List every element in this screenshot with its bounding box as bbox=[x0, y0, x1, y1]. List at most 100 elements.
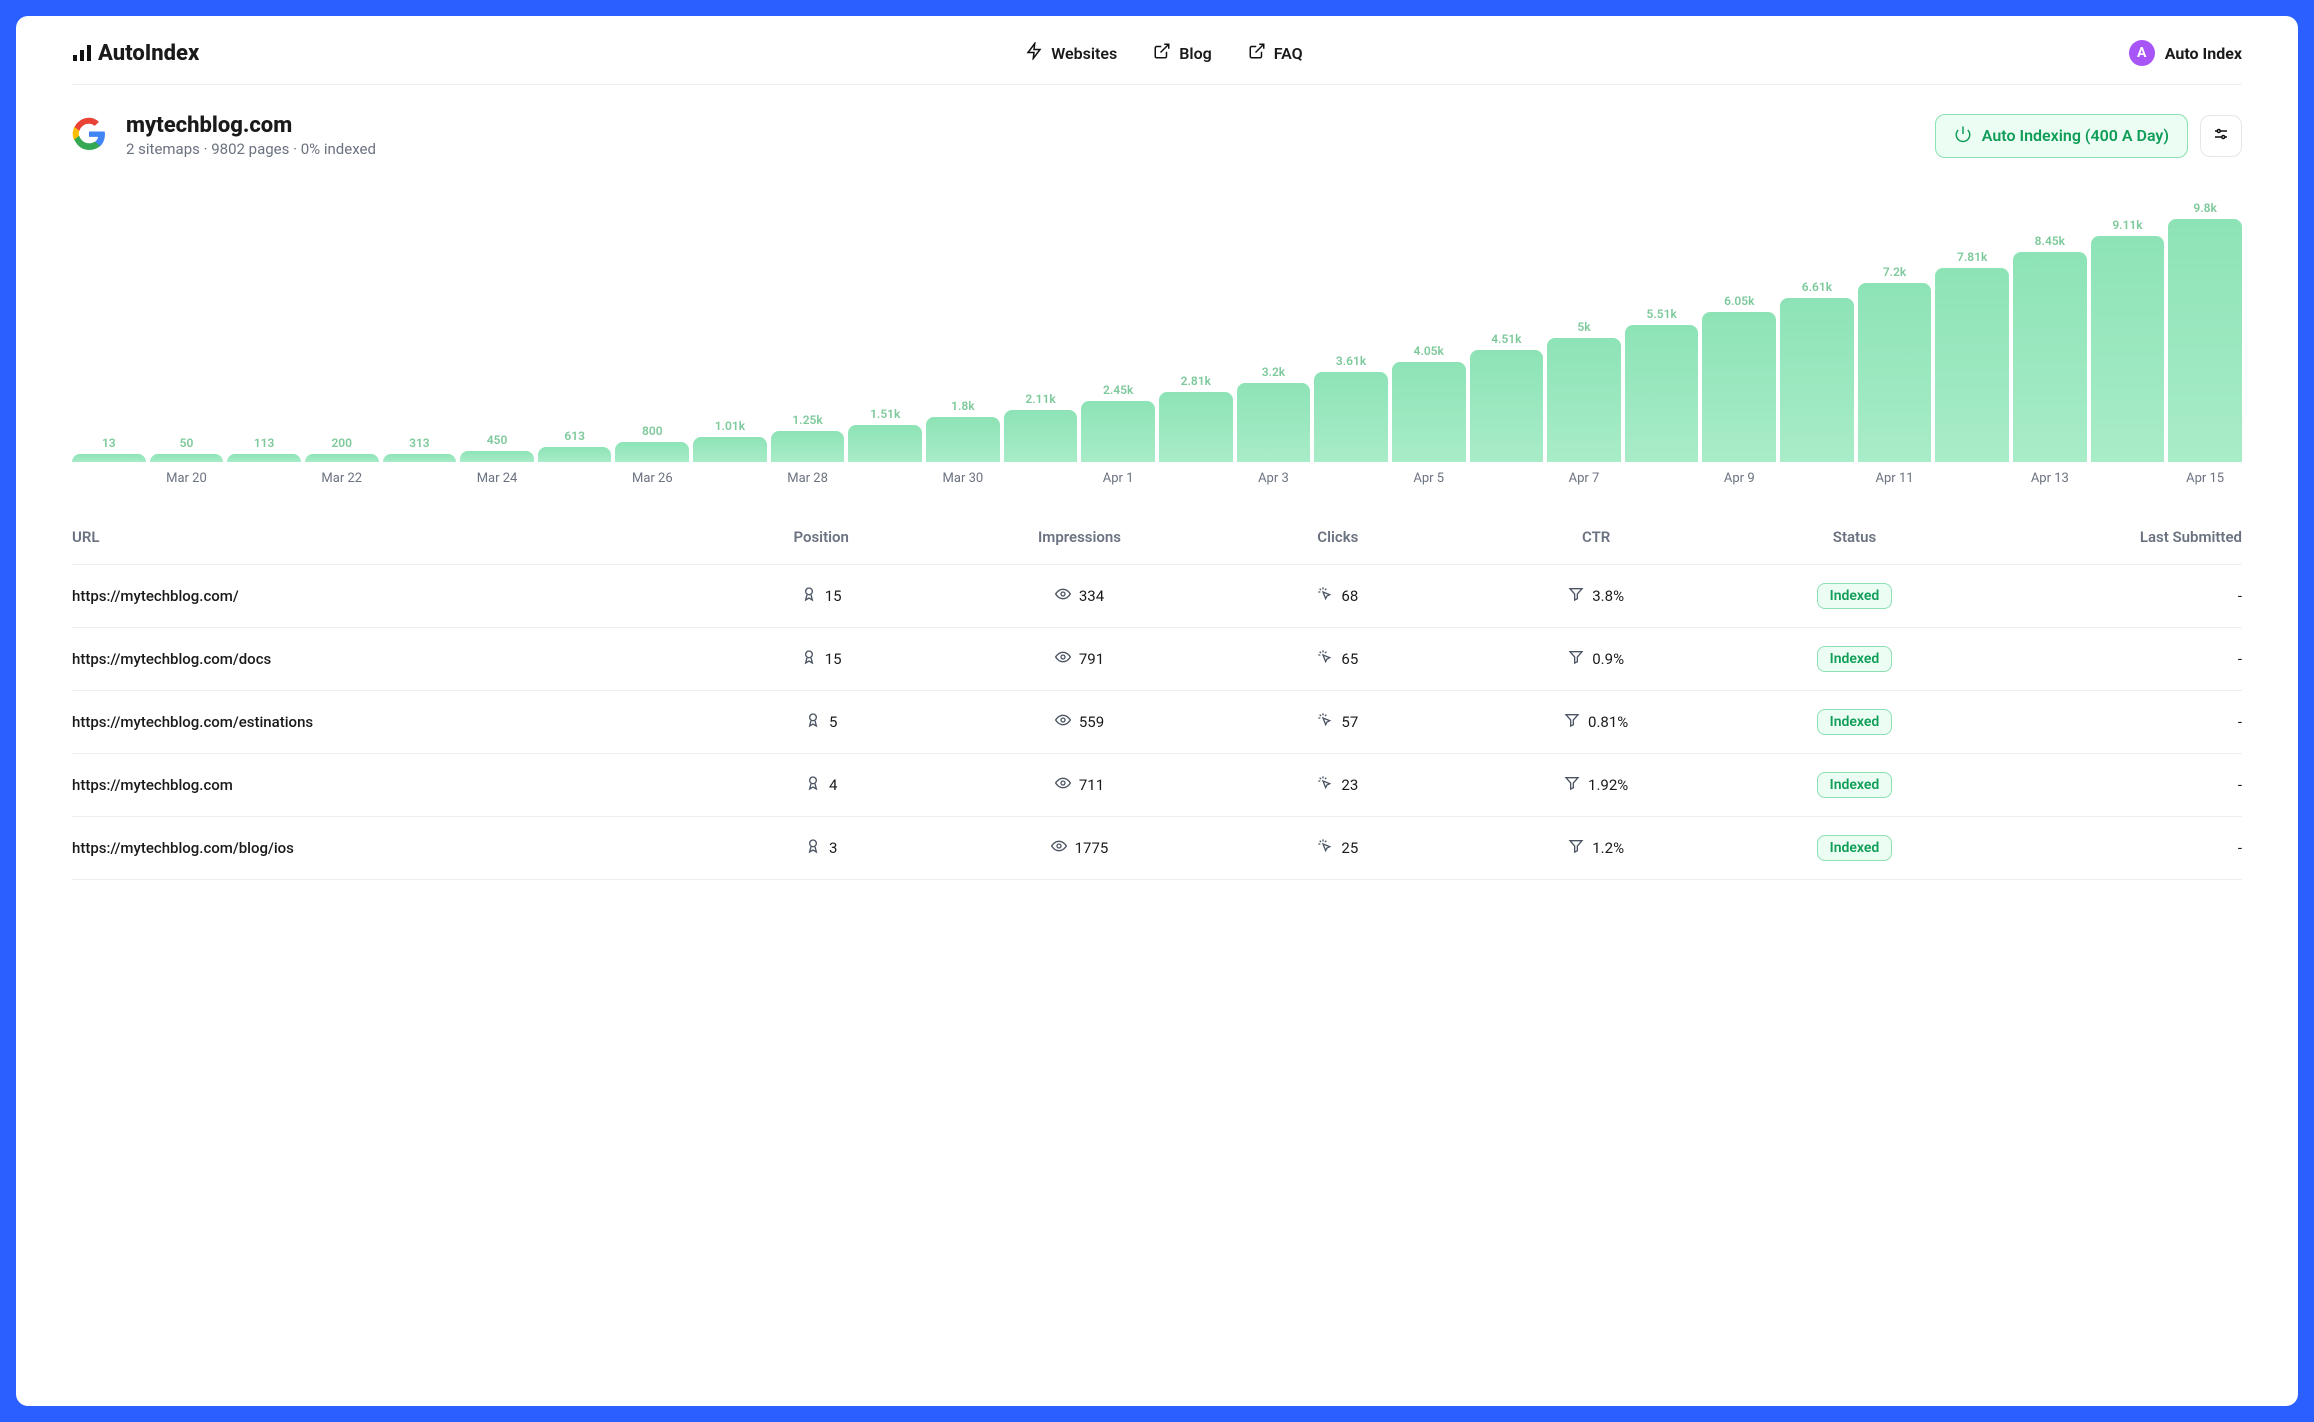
chart-bar[interactable]: 13 bbox=[72, 436, 146, 462]
chart-bar[interactable]: 1.51k bbox=[848, 407, 922, 462]
th-clicks: Clicks bbox=[1209, 528, 1467, 546]
topbar: AutoIndex Websites Blog FAQ A Auto Index bbox=[72, 40, 2242, 85]
medal-icon bbox=[805, 775, 821, 795]
chart-bar[interactable]: 2.45k bbox=[1081, 383, 1155, 462]
nav-blog-label: Blog bbox=[1179, 44, 1211, 63]
bar bbox=[1159, 392, 1233, 462]
chart-bar[interactable]: 800 bbox=[615, 424, 689, 462]
td-url: https://mytechblog.com/ bbox=[72, 587, 692, 605]
table-row[interactable]: https://mytechblog.com/estinations 5 559… bbox=[72, 691, 2242, 754]
td-last-submitted: - bbox=[1984, 650, 2242, 668]
chart-bar[interactable]: 50 bbox=[150, 436, 224, 462]
eye-icon bbox=[1055, 712, 1071, 732]
th-status: Status bbox=[1725, 528, 1983, 546]
auto-indexing-button[interactable]: Auto Indexing (400 A Day) bbox=[1935, 114, 2188, 158]
chart-bar[interactable]: 2.81k bbox=[1159, 374, 1233, 462]
table-row[interactable]: https://mytechblog.com 4 711 23 1.92% In… bbox=[72, 754, 2242, 817]
x-tick: Mar 28 bbox=[771, 471, 845, 486]
settings-button[interactable] bbox=[2200, 115, 2242, 157]
chart-bar[interactable]: 6.05k bbox=[1702, 294, 1776, 462]
bar-value-label: 9.11k bbox=[2112, 218, 2142, 232]
chart-bar[interactable]: 450 bbox=[460, 433, 534, 462]
table-row[interactable]: https://mytechblog.com/blog/ios 3 1775 2… bbox=[72, 817, 2242, 880]
bar-value-label: 50 bbox=[180, 436, 194, 450]
chart-bar[interactable]: 2.11k bbox=[1004, 392, 1078, 462]
bar-value-label: 3.2k bbox=[1262, 365, 1285, 379]
chart-bar[interactable]: 7.2k bbox=[1858, 265, 1932, 462]
chart-bar[interactable]: 9.11k bbox=[2091, 218, 2165, 462]
bar bbox=[1314, 372, 1388, 462]
site-header-right: Auto Indexing (400 A Day) bbox=[1935, 114, 2242, 158]
chart-bar[interactable]: 7.81k bbox=[1935, 250, 2009, 462]
user-menu[interactable]: A Auto Index bbox=[2129, 40, 2242, 66]
medal-icon bbox=[805, 712, 821, 732]
td-url: https://mytechblog.com/estinations bbox=[72, 713, 692, 731]
chart-bar[interactable]: 4.05k bbox=[1392, 344, 1466, 462]
x-tick: Apr 7 bbox=[1547, 471, 1621, 486]
nav-websites[interactable]: Websites bbox=[1025, 42, 1117, 64]
chart-bar[interactable]: 1.8k bbox=[926, 399, 1000, 462]
brand: AutoIndex bbox=[72, 41, 199, 66]
bar-value-label: 5k bbox=[1577, 320, 1590, 334]
td-position: 5 bbox=[692, 712, 950, 732]
td-position: 15 bbox=[692, 586, 950, 606]
chart-bar[interactable]: 5k bbox=[1547, 320, 1621, 462]
eye-icon bbox=[1051, 838, 1067, 858]
bar bbox=[305, 454, 379, 462]
bar-value-label: 800 bbox=[642, 424, 663, 438]
td-status: Indexed bbox=[1725, 835, 1983, 861]
cursor-click-icon bbox=[1317, 586, 1333, 606]
chart-bar[interactable]: 3.2k bbox=[1237, 365, 1311, 462]
chart-bar[interactable]: 4.51k bbox=[1470, 332, 1544, 462]
x-tick: Apr 5 bbox=[1392, 471, 1466, 486]
bar bbox=[771, 431, 845, 462]
bar bbox=[538, 447, 612, 462]
chart-bar[interactable]: 8.45k bbox=[2013, 234, 2087, 462]
bar-value-label: 1.8k bbox=[951, 399, 974, 413]
nav-faq[interactable]: FAQ bbox=[1248, 42, 1303, 64]
table-body: https://mytechblog.com/ 15 334 68 3.8% I… bbox=[72, 565, 2242, 880]
chart-bar[interactable]: 6.61k bbox=[1780, 280, 1854, 462]
td-impressions: 791 bbox=[950, 649, 1208, 669]
bar-value-label: 2.81k bbox=[1181, 374, 1211, 388]
cursor-click-icon bbox=[1317, 649, 1333, 669]
chart-bar[interactable]: 313 bbox=[383, 436, 457, 462]
sliders-icon bbox=[2212, 125, 2230, 147]
bar-value-label: 5.51k bbox=[1646, 307, 1676, 321]
funnel-icon bbox=[1568, 838, 1584, 858]
table-row[interactable]: https://mytechblog.com/ 15 334 68 3.8% I… bbox=[72, 565, 2242, 628]
chart-bar[interactable]: 3.61k bbox=[1314, 354, 1388, 462]
chart-bar[interactable]: 113 bbox=[227, 436, 301, 462]
status-badge: Indexed bbox=[1817, 709, 1893, 735]
td-position: 4 bbox=[692, 775, 950, 795]
chart-bar[interactable]: 5.51k bbox=[1625, 307, 1699, 462]
td-clicks: 25 bbox=[1209, 838, 1467, 858]
avatar-initial: A bbox=[2137, 45, 2146, 61]
cursor-click-icon bbox=[1317, 838, 1333, 858]
google-icon bbox=[72, 117, 106, 155]
chart-bar[interactable]: 1.25k bbox=[771, 413, 845, 462]
lightning-icon bbox=[1025, 42, 1043, 64]
chart-bar[interactable]: 9.8k bbox=[2168, 201, 2242, 462]
bar-value-label: 7.2k bbox=[1883, 265, 1906, 279]
site-title: mytechblog.com bbox=[126, 113, 376, 138]
auto-indexing-label: Auto Indexing (400 A Day) bbox=[1982, 126, 2169, 145]
chart-bar[interactable]: 1.01k bbox=[693, 419, 767, 462]
medal-icon bbox=[801, 649, 817, 669]
x-tick: Apr 11 bbox=[1858, 471, 1932, 486]
external-link-icon bbox=[1248, 42, 1266, 64]
chart-bar[interactable]: 613 bbox=[538, 429, 612, 462]
bar-value-label: 3.61k bbox=[1336, 354, 1366, 368]
x-tick: Mar 20 bbox=[150, 471, 224, 486]
table-header: URL Position Impressions Clicks CTR Stat… bbox=[72, 510, 2242, 565]
chart-bar[interactable]: 200 bbox=[305, 436, 379, 462]
cursor-click-icon bbox=[1317, 775, 1333, 795]
bar-value-label: 8.45k bbox=[2035, 234, 2065, 248]
bar-value-label: 113 bbox=[254, 436, 275, 450]
table-row[interactable]: https://mytechblog.com/docs 15 791 65 0.… bbox=[72, 628, 2242, 691]
nav-blog[interactable]: Blog bbox=[1153, 42, 1211, 64]
x-tick: Apr 9 bbox=[1702, 471, 1776, 486]
brand-name: AutoIndex bbox=[98, 41, 199, 66]
chart-x-axis: Mar 19Mar 20Mar 21Mar 22Mar 23Mar 24Mar … bbox=[72, 470, 2242, 486]
user-name: Auto Index bbox=[2165, 44, 2242, 63]
